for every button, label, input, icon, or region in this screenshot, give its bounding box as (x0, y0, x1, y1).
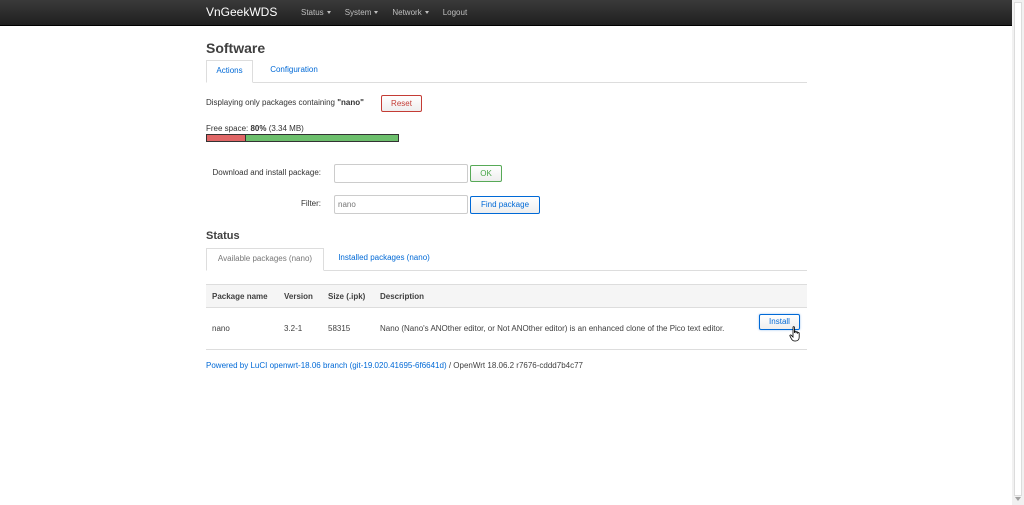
nav-network-label: Network (392, 8, 422, 17)
page-scrollbar[interactable] (1012, 0, 1024, 505)
package-version-cell: 3.2-1 (278, 307, 322, 350)
nav-network[interactable]: Network (392, 7, 429, 18)
nav-logout-label: Logout (442, 8, 468, 17)
nav-status[interactable]: Status (301, 7, 331, 18)
footer: Powered by LuCI openwrt-18.06 branch (gi… (206, 361, 583, 371)
column-header-version: Version (278, 284, 322, 308)
download-package-input[interactable] (334, 164, 468, 183)
free-space-size: (3.34 MB) (266, 124, 304, 133)
nav-logout[interactable]: Logout (443, 7, 467, 18)
download-label: Download and install package: (212, 168, 321, 177)
ok-button[interactable]: OK (470, 165, 502, 182)
scrollbar-thumb[interactable] (1014, 2, 1022, 496)
luci-link[interactable]: Powered by LuCI openwrt-18.06 branch (gi… (206, 361, 447, 370)
column-header-action (735, 284, 807, 308)
package-description-cell: Nano (Nano's ANOther editor, or Not ANOt… (374, 307, 735, 350)
table-row: nano 3.2-1 58315 Nano (Nano's ANOther ed… (206, 307, 807, 350)
page-title: Software (206, 40, 266, 56)
column-header-description: Description (374, 284, 735, 308)
tab-actions[interactable]: Actions (206, 60, 253, 83)
tab-configuration[interactable]: Configuration (258, 60, 330, 82)
filter-label: Filter: (301, 199, 321, 208)
package-table: Package name Version Size (.ipk) Descrip… (206, 284, 807, 350)
free-space-label: Free space: 80% (3.34 MB) (206, 124, 304, 133)
chevron-down-icon (326, 11, 331, 15)
find-package-button[interactable]: Find package (470, 196, 540, 214)
filter-notice: Displaying only packages containing "nan… (206, 98, 364, 108)
column-header-size: Size (.ipk) (322, 284, 374, 308)
free-space-prefix: Free space: (206, 124, 251, 133)
column-header-package-name: Package name (206, 284, 278, 308)
table-header-row: Package name Version Size (.ipk) Descrip… (206, 284, 807, 308)
package-name-cell: nano (206, 307, 278, 350)
scroll-down-arrow-icon[interactable] (1015, 497, 1021, 501)
nav-system-label: System (344, 8, 372, 17)
nav-menu: Status System Network Logout (301, 7, 481, 18)
filter-input[interactable] (334, 195, 468, 214)
package-size-cell: 58315 (322, 307, 374, 350)
nav-status-label: Status (301, 8, 324, 17)
filter-notice-prefix: Displaying only packages containing (206, 98, 338, 107)
tab-available-packages[interactable]: Available packages (nano) (206, 248, 324, 271)
filter-notice-term: "nano" (337, 98, 364, 107)
nav-system[interactable]: System (345, 7, 379, 18)
chevron-down-icon (374, 11, 379, 15)
status-title: Status (206, 230, 240, 242)
free-space-percent: 80% (250, 124, 267, 133)
free-space-bar-fill (245, 135, 398, 141)
openwrt-version: OpenWrt 18.06.2 r7676-cddd7b4c77 (453, 361, 583, 370)
top-navbar: VnGeekWDS Status System Network Logout (0, 0, 1012, 26)
tab-installed-packages[interactable]: Installed packages (nano) (328, 248, 440, 270)
main-tabs: Actions Configuration (206, 60, 807, 83)
status-tabs: Available packages (nano) Installed pack… (206, 248, 807, 271)
reset-button[interactable]: Reset (381, 95, 422, 112)
brand-logo[interactable]: VnGeekWDS (206, 5, 277, 19)
chevron-down-icon (424, 11, 429, 15)
hand-cursor-icon (789, 326, 800, 342)
free-space-bar (206, 134, 399, 142)
